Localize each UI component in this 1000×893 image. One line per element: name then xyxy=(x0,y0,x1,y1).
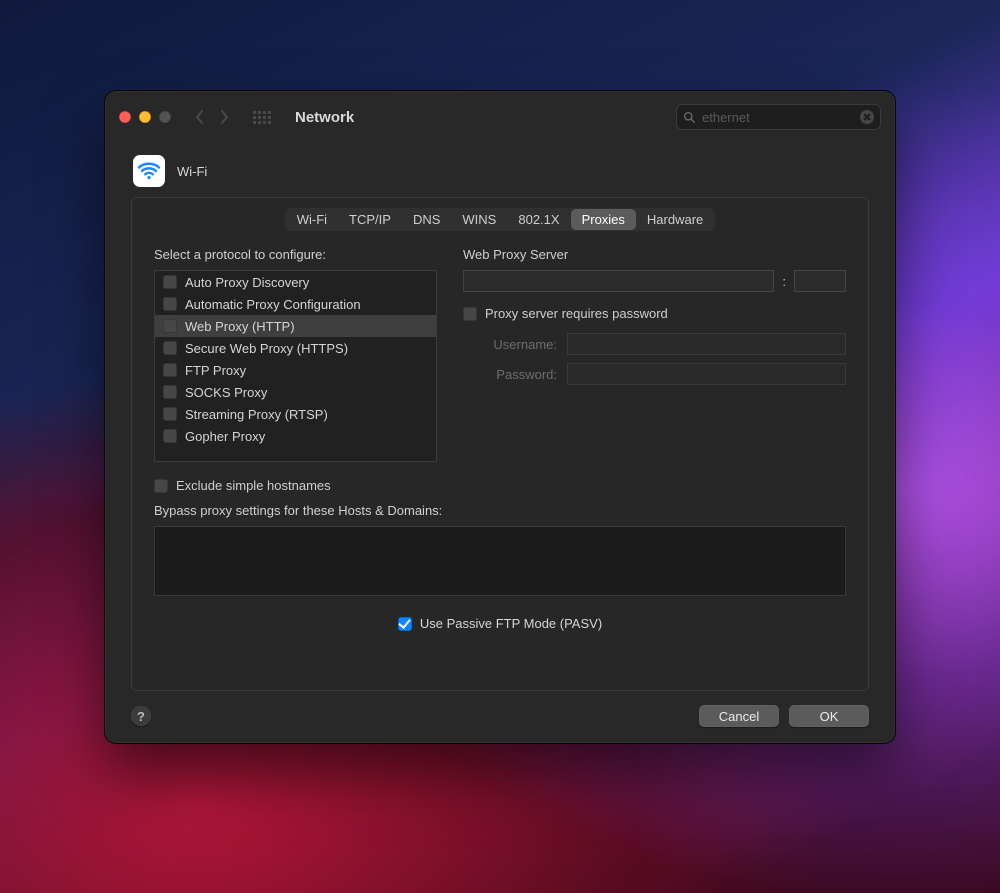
protocol-checkbox[interactable] xyxy=(163,297,177,311)
protocol-row[interactable]: Streaming Proxy (RTSP) xyxy=(155,403,436,425)
protocol-label: Secure Web Proxy (HTTPS) xyxy=(185,341,348,356)
exclude-hostnames-label: Exclude simple hostnames xyxy=(176,478,331,493)
tab-tcpip[interactable]: TCP/IP xyxy=(338,209,402,230)
tab-bar: Wi-FiTCP/IPDNSWINS802.1XProxiesHardware xyxy=(285,208,716,231)
protocol-checkbox[interactable] xyxy=(163,429,177,443)
protocol-checkbox[interactable] xyxy=(163,341,177,355)
bypass-textarea[interactable] xyxy=(154,526,846,596)
requires-password-checkbox[interactable] xyxy=(463,307,477,321)
protocol-row[interactable]: SOCKS Proxy xyxy=(155,381,436,403)
pasv-row[interactable]: Use Passive FTP Mode (PASV) xyxy=(154,616,846,631)
interface-name: Wi-Fi xyxy=(177,164,207,179)
left-column: Select a protocol to configure: Auto Pro… xyxy=(154,247,437,462)
clear-search-button[interactable] xyxy=(860,110,874,124)
protocol-checkbox[interactable] xyxy=(163,275,177,289)
minimize-window-button[interactable] xyxy=(139,111,151,123)
close-window-button[interactable] xyxy=(119,111,131,123)
window-controls xyxy=(119,111,171,123)
tab-proxies[interactable]: Proxies xyxy=(571,209,636,230)
protocol-row[interactable]: Auto Proxy Discovery xyxy=(155,271,436,293)
exclude-hostnames-row[interactable]: Exclude simple hostnames xyxy=(154,478,846,493)
show-all-button[interactable] xyxy=(253,110,271,124)
nav-buttons xyxy=(195,109,229,125)
tab-hardware[interactable]: Hardware xyxy=(636,209,714,230)
protocol-row[interactable]: Gopher Proxy xyxy=(155,425,436,447)
password-field[interactable] xyxy=(567,363,846,385)
search-field[interactable]: ethernet xyxy=(676,104,881,130)
username-row: Username: xyxy=(463,333,846,355)
password-row: Password: xyxy=(463,363,846,385)
tab-wins[interactable]: WINS xyxy=(451,209,507,230)
protocol-row[interactable]: Web Proxy (HTTP) xyxy=(155,315,436,337)
wifi-icon xyxy=(133,155,165,187)
protocol-label: Automatic Proxy Configuration xyxy=(185,297,361,312)
protocol-label: FTP Proxy xyxy=(185,363,246,378)
help-button[interactable]: ? xyxy=(131,706,151,726)
protocol-row[interactable]: FTP Proxy xyxy=(155,359,436,381)
server-heading: Web Proxy Server xyxy=(463,247,846,262)
pasv-checkbox[interactable] xyxy=(398,617,412,631)
pasv-label: Use Passive FTP Mode (PASV) xyxy=(420,616,602,631)
cancel-button[interactable]: Cancel xyxy=(699,705,779,727)
interface-header: Wi-Fi xyxy=(133,155,869,187)
ok-button[interactable]: OK xyxy=(789,705,869,727)
protocol-heading: Select a protocol to configure: xyxy=(154,247,437,262)
protocol-checkbox[interactable] xyxy=(163,385,177,399)
protocol-label: Web Proxy (HTTP) xyxy=(185,319,295,334)
sheet: Wi-Fi Wi-FiTCP/IPDNSWINS802.1XProxiesHar… xyxy=(105,143,895,743)
password-label: Password: xyxy=(463,367,557,382)
protocol-row[interactable]: Secure Web Proxy (HTTPS) xyxy=(155,337,436,359)
protocol-label: Gopher Proxy xyxy=(185,429,265,444)
requires-password-label: Proxy server requires password xyxy=(485,306,668,321)
protocol-label: Auto Proxy Discovery xyxy=(185,275,309,290)
tab-8021x[interactable]: 802.1X xyxy=(507,209,570,230)
search-value: ethernet xyxy=(702,110,854,125)
protocol-checkbox[interactable] xyxy=(163,407,177,421)
columns: Select a protocol to configure: Auto Pro… xyxy=(154,247,846,462)
protocol-row[interactable]: Automatic Proxy Configuration xyxy=(155,293,436,315)
host-port-separator: : xyxy=(782,274,786,289)
tab-dns[interactable]: DNS xyxy=(402,209,451,230)
titlebar: Network ethernet xyxy=(105,91,895,143)
server-row: : xyxy=(463,270,846,292)
protocol-label: SOCKS Proxy xyxy=(185,385,267,400)
protocol-label: Streaming Proxy (RTSP) xyxy=(185,407,328,422)
tab-wifi[interactable]: Wi-Fi xyxy=(286,209,338,230)
protocol-checkbox[interactable] xyxy=(163,363,177,377)
username-field[interactable] xyxy=(567,333,846,355)
protocol-list[interactable]: Auto Proxy Discovery Automatic Proxy Conf… xyxy=(154,270,437,462)
proxy-port-field[interactable] xyxy=(794,270,846,292)
search-icon xyxy=(683,111,696,124)
right-column: Web Proxy Server : Proxy server requires… xyxy=(463,247,846,462)
footer: ? Cancel OK xyxy=(131,705,869,727)
window-title: Network xyxy=(295,109,354,126)
zoom-window-button[interactable] xyxy=(159,111,171,123)
forward-button[interactable] xyxy=(219,109,229,125)
protocol-checkbox[interactable] xyxy=(163,319,177,333)
settings-panel: Wi-FiTCP/IPDNSWINS802.1XProxiesHardware … xyxy=(131,197,869,691)
exclude-hostnames-checkbox[interactable] xyxy=(154,479,168,493)
username-label: Username: xyxy=(463,337,557,352)
bypass-label: Bypass proxy settings for these Hosts & … xyxy=(154,503,846,518)
requires-password-row[interactable]: Proxy server requires password xyxy=(463,306,846,321)
network-advanced-window: Network ethernet Wi-Fi xyxy=(104,90,896,744)
proxy-host-field[interactable] xyxy=(463,270,774,292)
back-button[interactable] xyxy=(195,109,205,125)
